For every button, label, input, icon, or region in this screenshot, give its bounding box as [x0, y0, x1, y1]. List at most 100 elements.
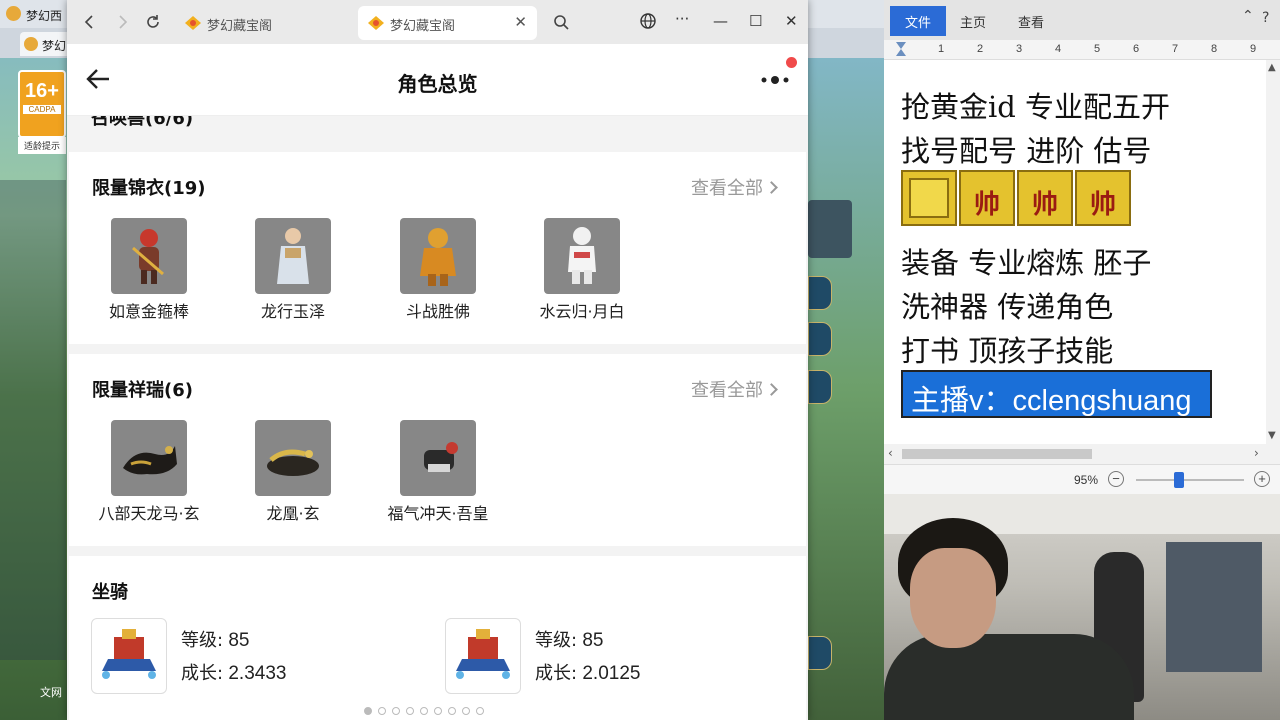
site-logo-icon [185, 16, 201, 30]
more-options-icon[interactable]: ··· [675, 10, 689, 28]
zoom-slider-handle[interactable] [1174, 472, 1184, 488]
page-indicator-dot[interactable] [448, 707, 456, 715]
zoom-in-icon[interactable]: + [1254, 471, 1270, 487]
scroll-down-icon[interactable]: ▼ [1268, 430, 1276, 441]
page-indicator-dot[interactable] [364, 707, 372, 715]
ruler-number: 6 [1133, 43, 1140, 55]
scroll-thumb[interactable] [902, 449, 1092, 459]
emblem-row: 帅 帅 帅 [901, 170, 1131, 226]
costume-item[interactable]: 龙行玉泽 [233, 218, 353, 322]
white-robed-figure-icon [544, 218, 620, 294]
webcam-feed [884, 494, 1280, 720]
robed-figure-icon [255, 218, 331, 294]
help-icon[interactable]: ? [1262, 10, 1269, 26]
webcam-person-face [910, 548, 996, 648]
ribbon-tab-file[interactable]: 文件 [890, 6, 946, 36]
browser-tab-1[interactable]: 梦幻藏宝阁 [175, 6, 351, 40]
indent-marker-icon[interactable] [896, 42, 906, 56]
more-menu-icon[interactable] [759, 72, 793, 88]
ribbon-tab-home[interactable]: 主页 [960, 12, 986, 31]
glyph-emblem-icon: 帅 [1075, 170, 1131, 226]
maximize-icon[interactable]: ☐ [749, 12, 762, 30]
notification-dot [786, 57, 797, 68]
age-rating-hint: 适龄提示 [18, 137, 66, 154]
page-indicator [364, 700, 490, 715]
game-tab[interactable]: 梦幻 [20, 32, 72, 56]
game-side-button[interactable] [808, 370, 832, 404]
horizontal-scrollbar[interactable]: ‹ › [884, 444, 1280, 464]
view-all-label: 查看全部 [691, 380, 763, 401]
game-right-panel[interactable] [808, 200, 852, 258]
scroll-right-icon[interactable]: › [1254, 446, 1259, 460]
auspicious-mount-section: 限量祥瑞(6) 查看全部 八部天龙马·玄 龙凰·玄 福气冲天·吾皇 [69, 354, 806, 546]
mount-image-icon [91, 618, 167, 694]
chevron-right-icon [765, 181, 778, 194]
game-side-button[interactable] [808, 276, 832, 310]
ribbon: 文件 主页 查看 ⌃ ? [884, 0, 1280, 40]
close-tab-icon[interactable]: ✕ [514, 13, 527, 31]
ribbon-tab-view[interactable]: 查看 [1018, 12, 1044, 31]
auspicious-item[interactable]: 龙凰·玄 [233, 420, 353, 524]
costume-name: 龙行玉泽 [260, 302, 325, 321]
vertical-scrollbar[interactable]: ▲ ▼ [1266, 60, 1280, 444]
section-title: 限量锦衣(19) [92, 178, 206, 199]
costume-item[interactable]: 如意金箍棒 [89, 218, 209, 322]
page-content[interactable]: 召唤兽(6/6) 限量锦衣(19) 查看全部 如意金箍棒 龙行玉泽 斗战胜佛 水… [67, 116, 808, 720]
monkey-king-figure-icon [400, 218, 476, 294]
webcam-person-body [884, 634, 1134, 720]
cat-mount-icon [400, 420, 476, 496]
mount-card[interactable]: 等级: 85 成长: 2.3433 [91, 618, 421, 698]
emblem-glyph: 帅 [973, 190, 1000, 220]
page-indicator-dot[interactable] [420, 707, 428, 715]
ruler-number: 7 [1172, 43, 1179, 55]
scroll-up-icon[interactable]: ▲ [1268, 62, 1276, 73]
zoom-level: 95% [1074, 473, 1099, 487]
search-icon[interactable] [551, 12, 571, 32]
age-rating-number: 16+ [25, 80, 59, 102]
mount-level: 等级: 85 [181, 626, 250, 652]
ruler-number: 4 [1055, 43, 1062, 55]
mount-card[interactable]: 等级: 85 成长: 2.0125 [445, 618, 775, 698]
costume-section: 限量锦衣(19) 查看全部 如意金箍棒 龙行玉泽 斗战胜佛 水云归·月白 [69, 152, 806, 344]
site-logo-icon [368, 16, 384, 30]
auspicious-item[interactable]: 福气冲天·吾皇 [378, 420, 498, 524]
ruler-number: 2 [977, 43, 984, 55]
costume-item[interactable]: 斗战胜佛 [378, 218, 498, 322]
auspicious-name: 龙凰·玄 [266, 504, 320, 523]
globe-icon[interactable] [639, 12, 657, 34]
costume-item[interactable]: 水云归·月白 [522, 218, 642, 322]
ruler[interactable]: 1 2 3 4 5 6 7 8 9 [884, 40, 1280, 60]
document-body[interactable]: 抢黄金id 专业配五开 找号配号 进阶 估号 帅 帅 帅 装备 专业熔炼 胚子 … [884, 60, 1266, 444]
game-side-button[interactable] [808, 636, 832, 670]
refresh-icon[interactable] [143, 12, 163, 32]
doc-line: 洗神器 传递角色 [901, 290, 1114, 324]
page-indicator-dot[interactable] [406, 707, 414, 715]
page-indicator-dot[interactable] [462, 707, 470, 715]
emblem-glyph: 帅 [1031, 190, 1058, 220]
zoom-slider[interactable] [1136, 479, 1244, 481]
game-side-button[interactable] [808, 322, 832, 356]
view-all-link[interactable]: 查看全部 [691, 376, 778, 402]
mount-level-value: 85 [582, 630, 604, 651]
game-tab-logo-icon [24, 37, 38, 51]
view-all-link[interactable]: 查看全部 [691, 174, 778, 200]
browser-tab-2-active[interactable]: 梦幻藏宝阁 ✕ [358, 6, 537, 40]
minimize-ribbon-icon[interactable]: ⌃ [1242, 8, 1254, 24]
scroll-left-icon[interactable]: ‹ [888, 446, 893, 460]
back-nav-icon[interactable] [79, 12, 99, 32]
page-indicator-dot[interactable] [392, 707, 400, 715]
zoom-out-icon[interactable]: − [1108, 471, 1124, 487]
page-indicator-dot[interactable] [434, 707, 442, 715]
minimize-icon[interactable]: — [713, 12, 728, 30]
page-indicator-dot[interactable] [378, 707, 386, 715]
mount-level-value: 85 [228, 630, 250, 651]
auspicious-name: 八部天龙马·玄 [98, 504, 200, 523]
doc-line: 找号配号 进阶 估号 [901, 134, 1152, 168]
auspicious-item[interactable]: 八部天龙马·玄 [89, 420, 209, 524]
document-editor-window: 文件 主页 查看 ⌃ ? 1 2 3 4 5 6 7 8 9 抢黄金id 专业配五开 找号配号 … [884, 0, 1280, 494]
mounts-section: 坐骑 等级: 85 成长: 2.3433 等级: 85 成长: 2.0125 [69, 556, 806, 720]
emblem-glyph: 帅 [1089, 190, 1116, 220]
page-indicator-dot[interactable] [476, 707, 484, 715]
forward-nav-icon[interactable] [113, 12, 133, 32]
close-window-icon[interactable]: ✕ [785, 12, 798, 30]
